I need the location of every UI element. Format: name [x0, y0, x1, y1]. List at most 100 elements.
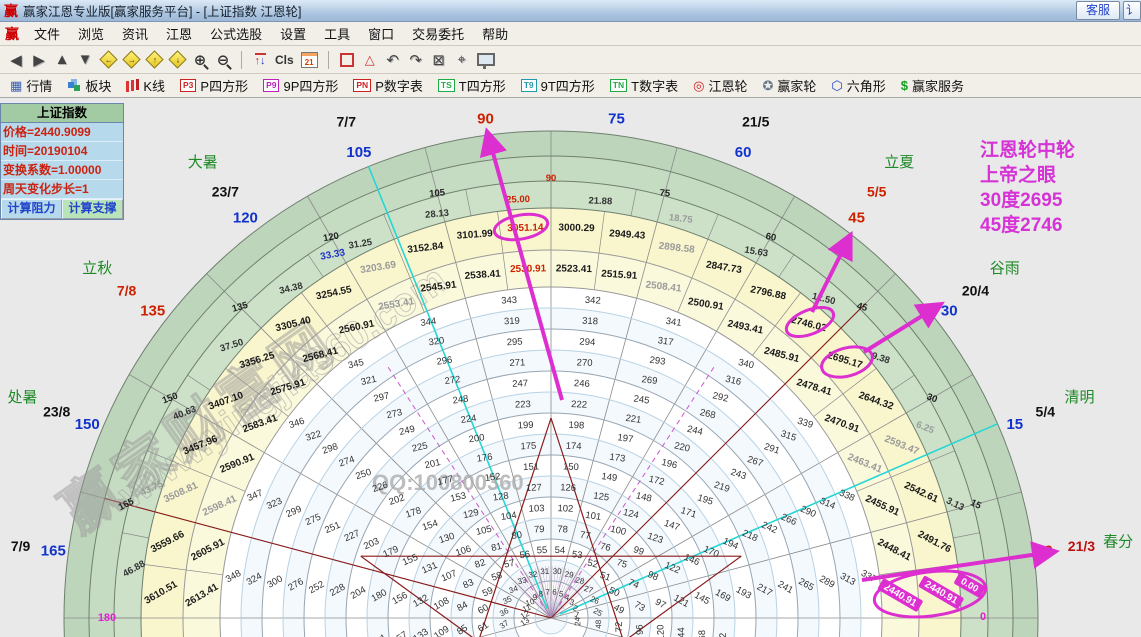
diamond-left-icon[interactable]: ← — [100, 50, 116, 70]
screen-icon[interactable] — [477, 50, 495, 70]
clipped-button[interactable]: 讠 — [1123, 1, 1141, 20]
module-hangqing[interactable]: ▦行情 — [10, 76, 52, 95]
cls-button[interactable]: Cls — [275, 50, 294, 70]
kline-icon — [131, 80, 134, 91]
wheel-integer-label: 29 — [564, 570, 575, 580]
wheel-date-label: 21/5 — [742, 114, 769, 130]
rotate-ccw-icon[interactable]: ↶ — [385, 50, 401, 70]
wheel-date-label: 7/9 — [11, 538, 31, 554]
updown-arrows-icon[interactable]: ↑↓ — [252, 50, 268, 70]
nav-left-icon[interactable]: ◀ — [8, 50, 24, 70]
zoom-out-icon[interactable]: ⊖ — [215, 50, 231, 70]
wheel-axis-label: 180 — [98, 612, 116, 624]
menu-item-8[interactable]: 交易委托 — [403, 22, 473, 45]
module-gann-wheel-icon: ◎ — [693, 79, 704, 92]
gann-wheel: 赢家财富网www.yingjia360.comQQ:10080036033733… — [0, 98, 1141, 637]
module-kline[interactable]: K线 — [126, 76, 165, 95]
menu-logo-icon: 赢 — [5, 24, 19, 44]
module-service-icon: $ — [901, 79, 908, 92]
module-9p-square-icon: P9 — [263, 79, 279, 92]
module-hexagon[interactable]: ⬡六角形 — [831, 76, 885, 95]
annotation-line: 30度2695 — [980, 188, 1075, 213]
wheel-integer-label: 96 — [635, 624, 646, 635]
menu-item-3[interactable]: 江恩 — [157, 22, 201, 45]
wheel-degree-small-label: 105 — [429, 187, 447, 199]
wheel-integer-label: 53 — [571, 549, 583, 561]
wheel-integer-label: 294 — [579, 337, 595, 349]
module-yingjia-wheel[interactable]: ✪ 赢家轮 — [762, 76, 816, 95]
menu-item-4[interactable]: 公式选股 — [201, 22, 271, 45]
price-value: 价格=2440.9099 — [1, 123, 123, 142]
diamond-up-icon[interactable]: ↑ — [146, 50, 162, 70]
wheel-integer-label: 80 — [511, 530, 523, 542]
module-9t-square[interactable]: T9 9T四方形 — [521, 76, 595, 95]
wheel-integer-label: 245 — [633, 393, 650, 406]
module-hangqing-icon: ▦ — [10, 79, 22, 92]
wheel-integer-label: 103 — [528, 503, 544, 515]
calc-support-button[interactable]: 计算支撑 — [62, 199, 123, 219]
module-p-table-icon: PN — [353, 79, 371, 92]
module-p-square[interactable]: P3P四方形 — [180, 76, 248, 95]
wheel-integer-label: 104 — [500, 510, 517, 523]
module-9t-square-label: 9T四方形 — [541, 76, 595, 95]
nav-up-icon[interactable]: ▲ — [54, 50, 70, 70]
module-t-table[interactable]: TN T数字表 — [610, 76, 678, 95]
module-9t-square-icon: T9 — [521, 79, 537, 92]
wheel-canvas: 赢家财富网www.yingjia360.comQQ:10080036033733… — [0, 98, 1141, 637]
wheel-integer-label: 78 — [557, 524, 568, 535]
diamond-right-icon[interactable]: → — [123, 50, 139, 70]
wheel-integer-label: 246 — [574, 378, 590, 390]
module-service[interactable]: $ 赢家服务 — [901, 76, 964, 95]
module-t-square[interactable]: TST四方形 — [438, 76, 506, 95]
nav-right-icon[interactable]: ▶ — [31, 50, 47, 70]
annotation-box: 江恩轮中轮 上帝之眼 30度2695 45度2746 — [980, 138, 1075, 238]
module-service-label: 赢家服务 — [912, 76, 964, 95]
panel-title: 上证指数 — [1, 104, 123, 123]
module-yingjia-wheel-icon: ✪ — [762, 79, 773, 92]
wheel-integer-label: 341 — [665, 316, 682, 329]
menu-item-6[interactable]: 工具 — [315, 22, 359, 45]
module-gann-wheel[interactable]: ◎江恩轮 — [693, 76, 747, 95]
menu-item-9[interactable]: 帮助 — [473, 22, 517, 45]
module-t-table-icon: TN — [610, 79, 627, 92]
nav-down-icon[interactable]: ▼ — [77, 50, 93, 70]
module-9p-square[interactable]: P99P四方形 — [263, 76, 338, 95]
boxed-x-icon[interactable]: ⊠ — [431, 50, 447, 70]
wheel-degree-label: 105 — [346, 144, 371, 161]
diamond-down-icon[interactable]: ↓ — [169, 50, 185, 70]
menu-item-5[interactable]: 设置 — [271, 22, 315, 45]
menu-item-0[interactable]: 文件 — [25, 22, 69, 45]
wheel-degree-label: 45 — [848, 210, 865, 227]
triangle-tool-icon[interactable]: △ — [362, 50, 378, 70]
square-tool-icon[interactable] — [339, 50, 355, 70]
module-t-table-label: T数字表 — [631, 76, 678, 95]
wheel-integer-label: 198 — [568, 420, 584, 432]
stock-info-panel: 上证指数 价格=2440.9099 时间=20190104 变换系数=1.000… — [0, 103, 124, 220]
module-p-table[interactable]: PNP数字表 — [353, 76, 422, 95]
menu-item-7[interactable]: 窗口 — [359, 22, 403, 45]
rotate-cw-icon[interactable]: ↷ — [408, 50, 424, 70]
wheel-integer-label: 221 — [625, 413, 642, 426]
annotation-line: 上帝之眼 — [980, 163, 1075, 188]
wheel-integer-label: 175 — [520, 441, 536, 453]
menu-item-2[interactable]: 资讯 — [113, 22, 157, 45]
module-hexagon-label: 六角形 — [847, 76, 886, 95]
customer-service-button[interactable]: 客服 — [1076, 1, 1120, 20]
coefficient-value: 变换系数=1.00000 — [1, 161, 123, 180]
menu-item-1[interactable]: 浏览 — [69, 22, 113, 45]
wheel-integer-label: 144 — [676, 627, 688, 637]
module-yingjia-wheel-label: 赢家轮 — [777, 76, 816, 95]
wheel-integer-label: 79 — [534, 524, 545, 535]
wheel-date-label: 20/4 — [962, 282, 989, 298]
wheel-date-label: 21/3 — [1068, 538, 1095, 554]
calc-resistance-button[interactable]: 计算阻力 — [1, 199, 62, 219]
wheel-integer-label: 247 — [512, 378, 528, 390]
center-target-icon[interactable]: ⌖ — [454, 50, 470, 70]
wheel-integer-label: 77 — [579, 530, 591, 542]
wheel-integer-label: 271 — [509, 357, 525, 369]
zoom-in-icon[interactable]: ⊕ — [192, 50, 208, 70]
calendar-icon[interactable]: 21 — [301, 50, 318, 70]
wheel-date-label: 23/7 — [212, 184, 239, 200]
wheel-date-label: 7/8 — [117, 282, 137, 298]
module-bankuai[interactable]: 板块 — [67, 76, 111, 95]
